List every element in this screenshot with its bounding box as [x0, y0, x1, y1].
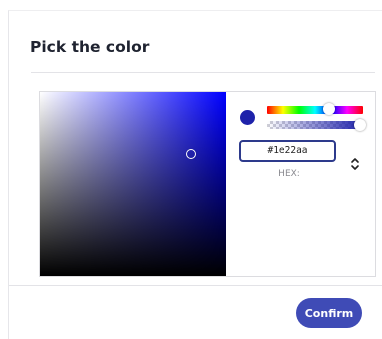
- dialog-title: Pick the color: [30, 38, 150, 56]
- color-preview-swatch: [240, 110, 255, 125]
- alpha-slider-thumb[interactable]: [354, 119, 366, 131]
- hue-slider-thumb[interactable]: [323, 103, 335, 115]
- hex-field-label: HEX:: [278, 169, 300, 179]
- alpha-slider[interactable]: [267, 121, 363, 129]
- hue-slider[interactable]: [267, 106, 363, 114]
- saturation-value-area[interactable]: [40, 92, 226, 276]
- color-picker: #1e22aa HEX:: [39, 91, 376, 277]
- color-picker-dialog: Pick the color #1e22aa HEX: Confirm: [8, 10, 382, 339]
- hex-input[interactable]: #1e22aa: [239, 140, 336, 162]
- saturation-value-handle[interactable]: [186, 149, 196, 159]
- chevron-up-down-icon[interactable]: [350, 154, 360, 174]
- confirm-button[interactable]: Confirm: [296, 298, 362, 328]
- footer-divider: [9, 285, 382, 286]
- header-divider: [31, 72, 375, 73]
- value-gradient: [40, 92, 226, 276]
